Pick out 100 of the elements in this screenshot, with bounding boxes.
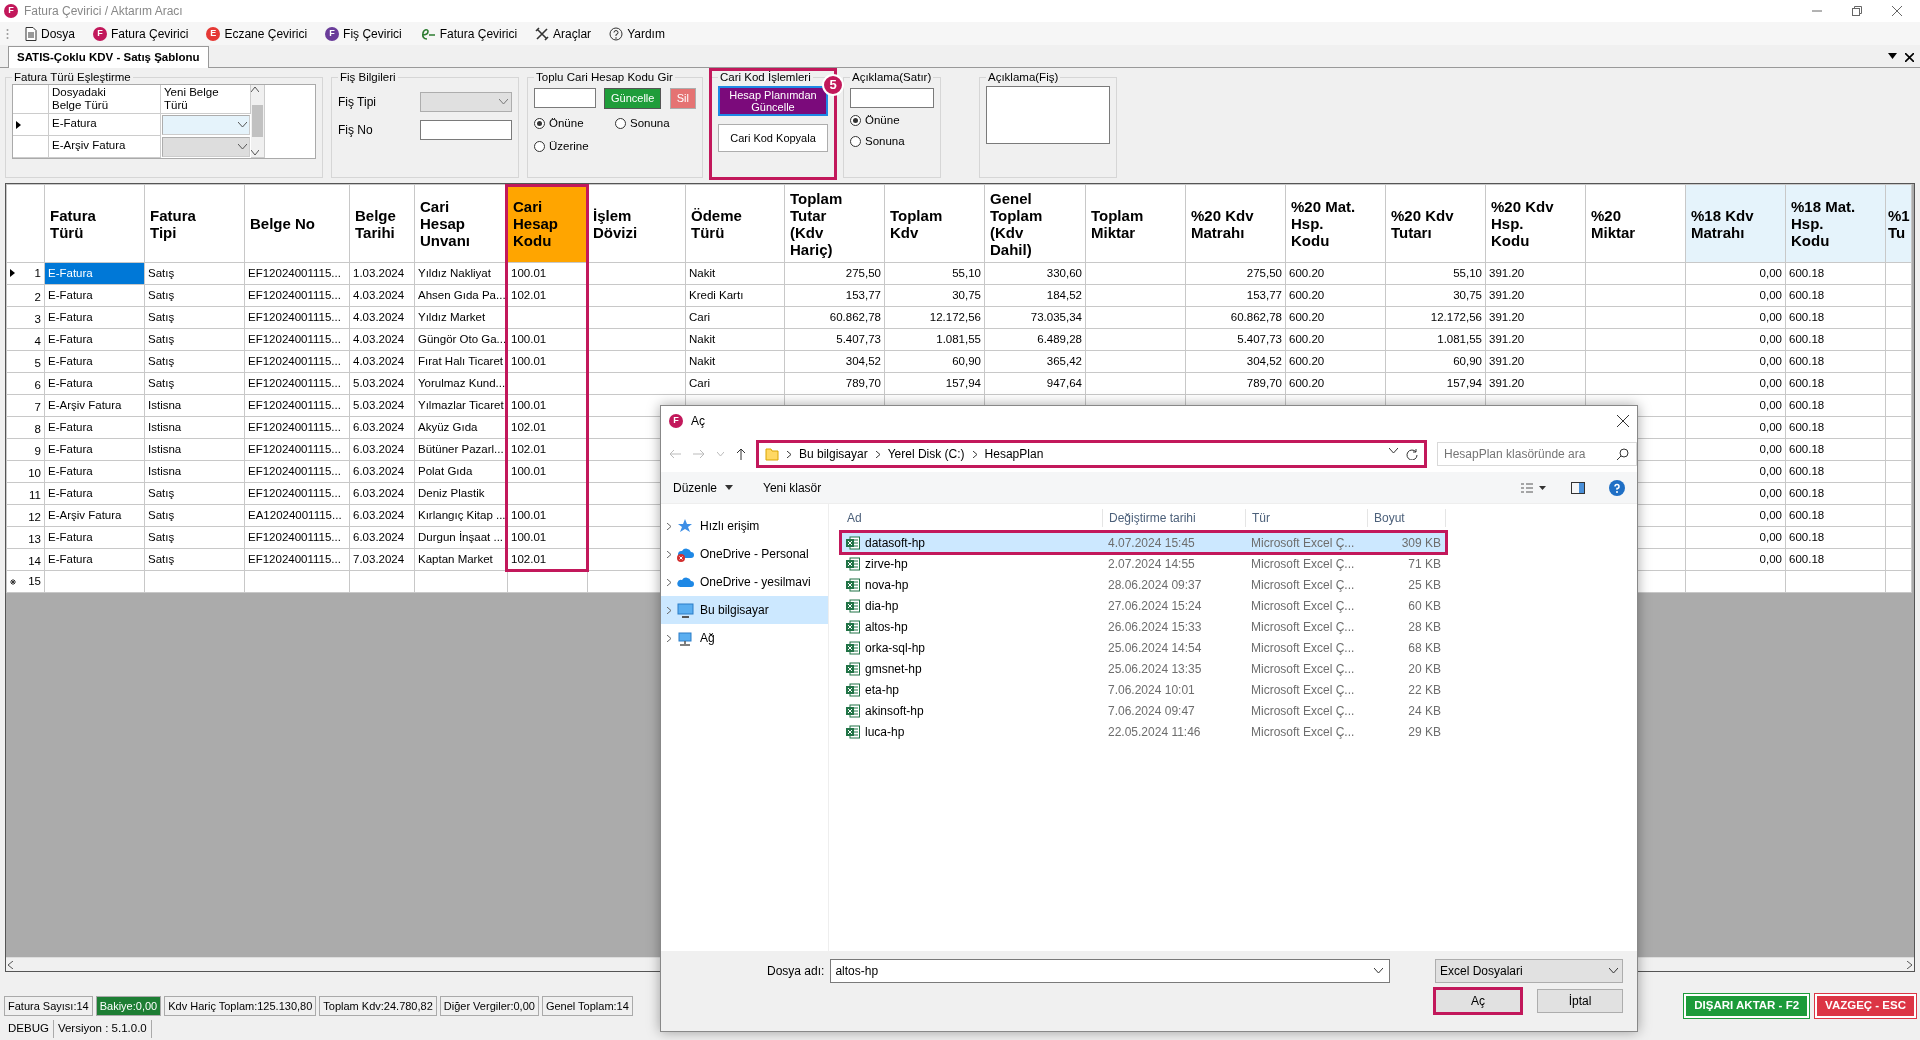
file-size: 28 KB	[1407, 618, 1442, 636]
row-number: 3	[34, 311, 41, 327]
table-cell: 6.03.2024	[353, 464, 405, 477]
table-cell: 391.20	[1489, 310, 1525, 323]
table-cell: E-Fatura	[48, 464, 93, 477]
table-cell: 600.18	[1789, 332, 1825, 345]
table-cell: E-Fatura	[48, 442, 93, 455]
table-cell: 365,42	[1046, 354, 1082, 367]
table-cell: 12.172,56	[1430, 310, 1482, 323]
table-cell: 100.01	[511, 398, 547, 411]
table-cell: Kaptan Market	[418, 552, 493, 565]
table-cell: 391.20	[1489, 376, 1525, 389]
row-number: 8	[34, 421, 41, 437]
table-cell: EF12024001115...	[248, 486, 341, 499]
table-cell: EF12024001115...	[248, 442, 341, 455]
window-title: Fatura Çevirici / Aktarım Aracı	[24, 3, 183, 20]
table-cell: Istisna	[148, 442, 182, 455]
table-cell: 157,94	[945, 376, 981, 389]
table-cell: 0,00	[1759, 310, 1782, 323]
row-number: 7	[34, 399, 41, 415]
status-item: Genel Toplam:14	[541, 995, 633, 1017]
table-cell: 0,00	[1759, 486, 1782, 499]
table-cell: 600.18	[1789, 486, 1825, 499]
breadcrumb: Yerel Disk (C:)	[887, 446, 965, 463]
table-cell: Akyüz Gıda	[418, 420, 478, 433]
table-cell: 4.03.2024	[353, 310, 405, 323]
row-number: 6	[34, 377, 41, 393]
table-cell: E-Fatura	[48, 420, 93, 433]
row-number: 14	[28, 553, 41, 569]
table-cell: Nakit	[689, 354, 716, 367]
table-cell: 600.20	[1289, 266, 1325, 279]
status-item: Bakiye:0,00	[95, 995, 162, 1017]
letter-icon: E	[206, 26, 221, 41]
file-date: 7.06.2024 09:47	[1107, 702, 1196, 720]
file-size: 20 KB	[1407, 660, 1442, 678]
table-cell: E-Arşiv Fatura	[48, 508, 122, 521]
file-name: altos-hp	[865, 618, 908, 636]
table-cell: 5.407,73	[836, 332, 881, 345]
table-cell: 6.03.2024	[353, 508, 405, 521]
table-cell: 0,00	[1759, 552, 1782, 565]
table-cell: 1.081,55	[1437, 332, 1482, 345]
table-cell: 4.03.2024	[353, 332, 405, 345]
table-cell: 275,50	[1246, 266, 1282, 279]
table-cell: Istisna	[148, 420, 182, 433]
table-cell: Yıldız Nakliyat	[418, 266, 491, 279]
row-number: 12	[28, 509, 41, 525]
letter-icon: F	[93, 26, 107, 41]
table-cell: E-Fatura	[48, 288, 93, 301]
table-cell: Cari	[689, 310, 711, 323]
group-title: Açıklama(Fiş)	[987, 70, 1060, 84]
table-cell: 153,77	[845, 288, 881, 301]
table-cell: EF12024001115...	[248, 310, 341, 323]
file-size: 60 KB	[1407, 597, 1442, 615]
table-cell: 100.01	[511, 266, 547, 279]
table-cell: Satış	[148, 530, 175, 543]
table-cell: 5.407,73	[1237, 332, 1282, 345]
table-cell: 12.172,56	[929, 310, 981, 323]
table-cell: Bütüner Pazarl...	[418, 442, 504, 455]
table-cell: 600.18	[1789, 464, 1825, 477]
table-cell: Durgun İnşaat ...	[418, 530, 504, 543]
table-cell: 5.03.2024	[353, 376, 405, 389]
table-cell: E-Fatura	[48, 354, 93, 367]
table-cell: Satış	[148, 376, 175, 389]
field-label: Fiş No	[338, 122, 373, 139]
field-label: Dosya adı:	[767, 963, 825, 980]
table-cell: 7.03.2024	[353, 552, 405, 565]
table-cell: 1.03.2024	[353, 266, 405, 279]
table-cell: 600.18	[1789, 442, 1825, 455]
table-cell: EF12024001115...	[248, 266, 341, 279]
table-cell: 600.20	[1289, 354, 1325, 367]
breadcrumb: Bu bilgisayar	[799, 446, 868, 463]
table-cell: 102.01	[511, 552, 547, 565]
table-cell: 304,52	[845, 354, 881, 367]
file-date: 4.07.2024 15:45	[1107, 534, 1196, 552]
table-cell: E-Fatura	[48, 332, 93, 345]
status-text: DEBUG	[4, 1020, 54, 1038]
app-logo: F	[669, 414, 683, 428]
table-cell: 0,00	[1759, 288, 1782, 301]
table-cell: 275,50	[845, 266, 881, 279]
table-cell: Ahsen Gıda Pa...	[418, 288, 506, 301]
table-cell: 30,75	[952, 288, 981, 301]
table-cell: Cari	[689, 376, 711, 389]
table-cell: 6.03.2024	[353, 486, 405, 499]
file-type: Microsoft Excel Ç...	[1250, 681, 1356, 699]
status-item: Toplam Kdv:24.780,82	[319, 995, 437, 1017]
file-type: Microsoft Excel Ç...	[1250, 660, 1356, 678]
dropdown-value: Excel Dosyalari	[1440, 963, 1523, 980]
table-cell: EA12024001115...	[248, 508, 342, 521]
table-cell: 600.18	[1789, 552, 1825, 565]
table-cell: Kredi Kartı	[689, 288, 744, 301]
file-name: luca-hp	[865, 723, 905, 741]
table-cell: 304,52	[1246, 354, 1282, 367]
table-cell: 600.20	[1289, 310, 1325, 323]
file-type: Microsoft Excel Ç...	[1250, 576, 1356, 594]
table-cell: E-Fatura	[48, 310, 93, 323]
step-badge: 5	[822, 74, 844, 96]
table-cell: 600.20	[1289, 376, 1325, 389]
table-cell: EF12024001115...	[248, 288, 341, 301]
table-cell: EF12024001115...	[248, 464, 341, 477]
table-cell: 4.03.2024	[353, 288, 405, 301]
